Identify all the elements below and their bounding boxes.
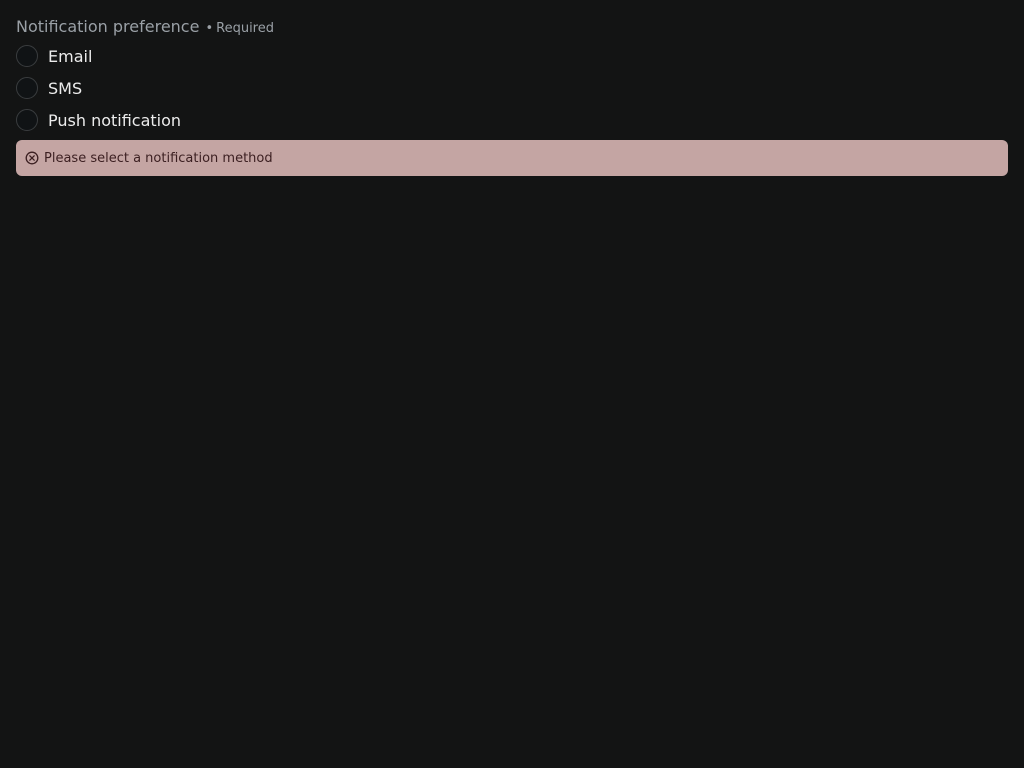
radio-group: Email SMS Push notification (16, 43, 181, 139)
required-indicator: Required (216, 21, 274, 36)
fieldset-legend: Notification preference • Required (16, 17, 274, 37)
radio-label-push-notification[interactable]: Push notification (48, 111, 181, 130)
radio-label-email[interactable]: Email (48, 47, 92, 66)
error-message-text: Please select a notification method (44, 150, 273, 166)
radio-option-push-notification[interactable]: Push notification (16, 107, 181, 133)
radio-button-sms[interactable] (16, 77, 38, 99)
radio-option-email[interactable]: Email (16, 43, 181, 69)
legend-separator: • (205, 21, 214, 36)
radio-button-email[interactable] (16, 45, 38, 67)
error-message-banner: Please select a notification method (16, 140, 1008, 176)
radio-option-sms[interactable]: SMS (16, 75, 181, 101)
legend-title: Notification preference (16, 17, 200, 36)
radio-label-sms[interactable]: SMS (48, 79, 82, 98)
notification-preference-form: Notification preference • Required Email… (0, 0, 1024, 768)
radio-button-push-notification[interactable] (16, 109, 38, 131)
circle-x-icon (25, 151, 39, 165)
